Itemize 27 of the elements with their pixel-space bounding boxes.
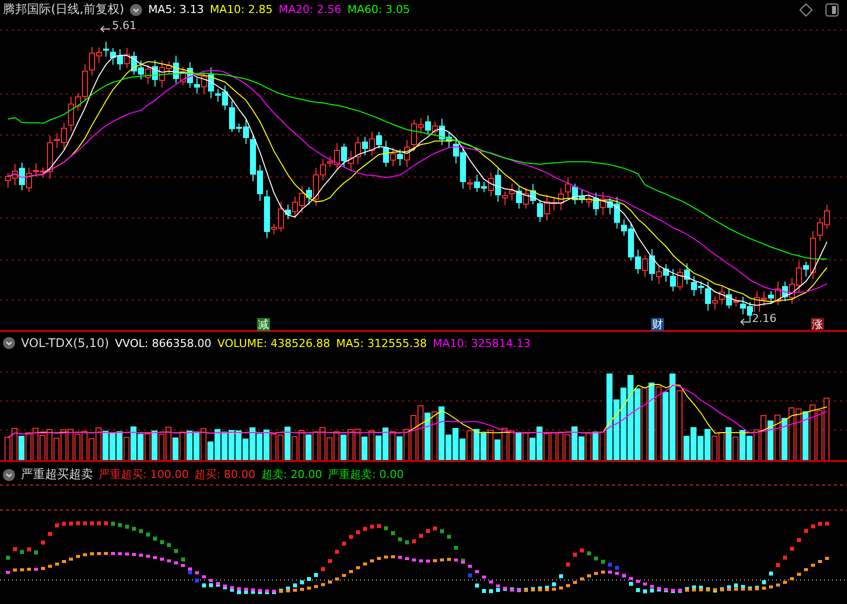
indicator-value: MA5: 312555.38 bbox=[336, 336, 427, 350]
arrow-icon bbox=[100, 25, 110, 33]
diamond-icon[interactable] bbox=[799, 3, 813, 17]
event-tag[interactable]: 减 bbox=[257, 318, 270, 331]
dropdown-icon[interactable] bbox=[130, 4, 142, 16]
event-tag[interactable]: 涨 bbox=[811, 318, 824, 331]
indicator-name: 严重超买超卖 bbox=[21, 466, 93, 483]
indicator-value: MA20: 2.56 bbox=[278, 3, 342, 16]
indicator-value: 超买: 80.00 bbox=[194, 467, 256, 482]
indicator-value: MA5: 3.13 bbox=[148, 3, 204, 16]
indicator-value: MA10: 325814.13 bbox=[432, 336, 531, 350]
event-tag[interactable]: 财 bbox=[651, 318, 664, 331]
indicator-value: VVOL: 866358.00 bbox=[115, 336, 212, 350]
indicator-name: VOL-TDX(5,10) bbox=[21, 336, 110, 350]
indicator-value: 严重超卖: 0.00 bbox=[328, 467, 404, 482]
dropdown-icon[interactable] bbox=[3, 337, 15, 349]
indicator-value: MA10: 2.85 bbox=[210, 3, 273, 16]
indicator-value: 严重超买: 100.00 bbox=[99, 467, 189, 482]
indicator-value: MA60: 3.05 bbox=[347, 3, 410, 16]
arrow-icon bbox=[740, 318, 750, 326]
indicator-value: VOLUME: 438526.88 bbox=[217, 336, 330, 350]
window-icon[interactable] bbox=[825, 3, 839, 17]
chart-title: 腾邦国际(日线,前复权) bbox=[3, 1, 124, 18]
price-marker: 5.61 bbox=[112, 19, 136, 32]
indicator-value: 超卖: 20.00 bbox=[261, 467, 322, 482]
dropdown-icon[interactable] bbox=[3, 468, 15, 480]
price-marker: 2.16 bbox=[752, 312, 776, 325]
